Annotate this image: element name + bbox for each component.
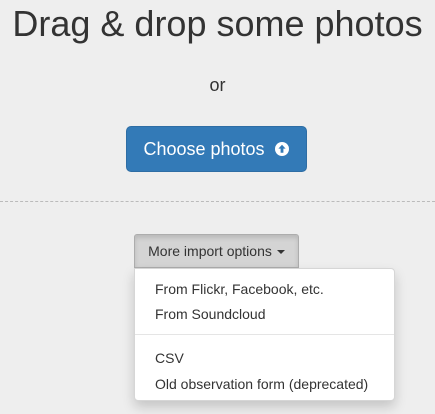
more-import-options-button[interactable]: More import options <box>134 234 299 268</box>
arrow-circle-up-icon <box>274 141 290 157</box>
dropdown-divider <box>135 334 394 335</box>
choose-photos-button[interactable]: Choose photos <box>126 126 307 172</box>
dropdown-item-old-observation-form[interactable]: Old observation form (deprecated) <box>155 374 368 394</box>
more-import-options-label: More import options <box>148 243 272 259</box>
page-title: Drag & drop some photos <box>12 3 423 44</box>
import-options-dropdown: From Flickr, Facebook, etc. From Soundcl… <box>134 268 395 401</box>
dropdown-item-csv[interactable]: CSV <box>155 348 184 368</box>
caret-down-icon <box>276 250 285 254</box>
dropdown-item-soundcloud[interactable]: From Soundcloud <box>155 304 266 324</box>
or-separator-text: or <box>209 75 226 95</box>
dropdown-item-flickr-facebook[interactable]: From Flickr, Facebook, etc. <box>155 279 324 299</box>
choose-photos-label: Choose photos <box>143 138 265 159</box>
import-page: Drag & drop some photos or Choose photos… <box>0 0 435 414</box>
dashed-divider <box>0 201 435 202</box>
